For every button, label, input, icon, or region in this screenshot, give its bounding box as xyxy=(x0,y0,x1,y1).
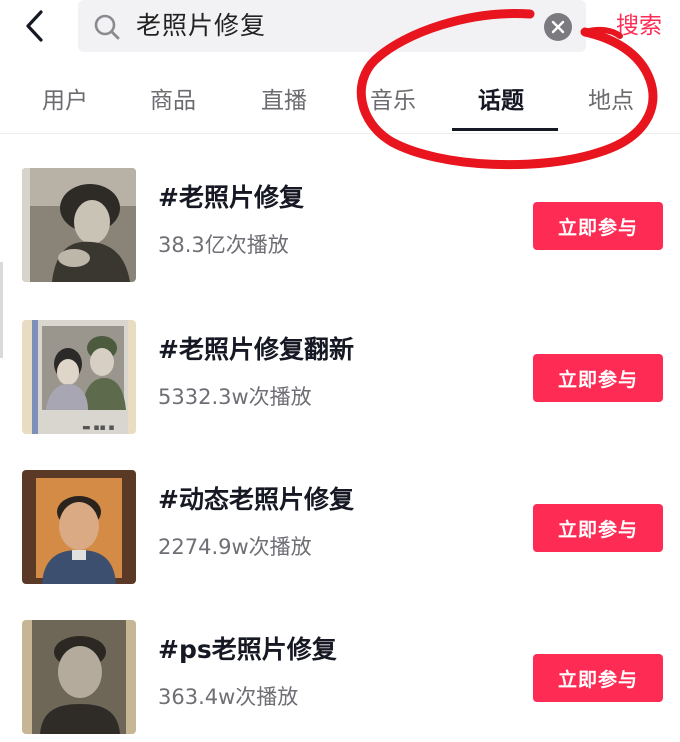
tab-products[interactable]: 商品 xyxy=(150,84,196,118)
topic-thumbnail: ▬ ▪▪ ▪ xyxy=(22,320,136,434)
topic-title[interactable]: #ps老照片修复 xyxy=(158,632,337,668)
topic-thumbnail xyxy=(22,470,136,584)
topic-play-count: 38.3亿次播放 xyxy=(158,233,289,257)
back-button[interactable] xyxy=(18,8,52,44)
tab-users[interactable]: 用户 xyxy=(42,84,88,118)
clear-icon xyxy=(551,20,565,34)
clear-search-button[interactable] xyxy=(544,13,572,41)
topic-row[interactable]: #动态老照片修复 2274.9w次播放 立即参与 xyxy=(0,470,680,590)
tab-music[interactable]: 音乐 xyxy=(370,84,416,118)
active-tab-indicator xyxy=(452,128,558,131)
topic-play-count: 2274.9w次播放 xyxy=(158,535,312,559)
search-input[interactable]: 老照片修复 xyxy=(136,9,266,43)
search-icon xyxy=(94,14,120,40)
search-submit-button[interactable]: 搜索 xyxy=(616,8,662,44)
topic-thumbnail xyxy=(22,168,136,282)
topic-row[interactable]: #ps老照片修复 363.4w次播放 立即参与 xyxy=(0,620,680,740)
topic-title[interactable]: #老照片修复翻新 xyxy=(158,332,354,368)
topic-thumbnail xyxy=(22,620,136,734)
join-topic-button[interactable]: 立即参与 xyxy=(533,354,663,402)
join-topic-button[interactable]: 立即参与 xyxy=(533,654,663,702)
topic-row[interactable]: #老照片修复 38.3亿次播放 立即参与 xyxy=(0,168,680,288)
tab-topics[interactable]: 话题 xyxy=(478,84,524,118)
svg-text:▬ ▪▪ ▪: ▬ ▪▪ ▪ xyxy=(82,423,115,433)
tab-live[interactable]: 直播 xyxy=(261,84,307,118)
search-box[interactable]: 老照片修复 xyxy=(78,0,586,52)
topic-play-count: 363.4w次播放 xyxy=(158,685,299,709)
chevron-left-icon xyxy=(26,10,43,42)
search-header: 老照片修复 搜索 xyxy=(0,0,680,56)
topic-title[interactable]: #老照片修复 xyxy=(158,180,304,216)
tab-places[interactable]: 地点 xyxy=(588,84,634,118)
topic-row[interactable]: ▬ ▪▪ ▪ #老照片修复翻新 5332.3w次播放 立即参与 xyxy=(0,320,680,440)
topic-title[interactable]: #动态老照片修复 xyxy=(158,482,354,518)
join-topic-button[interactable]: 立即参与 xyxy=(533,202,663,250)
result-tabs: 用户 商品 直播 音乐 话题 地点 xyxy=(0,70,680,134)
join-topic-button[interactable]: 立即参与 xyxy=(533,504,663,552)
topic-play-count: 5332.3w次播放 xyxy=(158,385,312,409)
